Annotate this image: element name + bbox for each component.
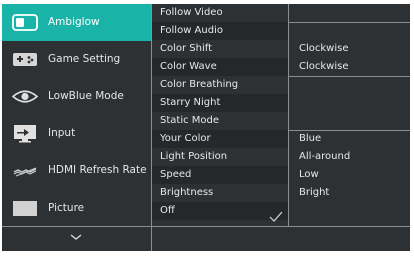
submenu-item-brightness[interactable]: Brightness (151, 184, 288, 202)
submenu-item-speed[interactable]: Speed (151, 166, 288, 184)
main-item-lowblue-mode[interactable]: LowBlue Mode (2, 78, 151, 115)
row-divider (289, 76, 410, 77)
gamepad-icon (13, 53, 37, 66)
submenu-item-starry-night[interactable]: Starry Night (151, 94, 288, 112)
osd-frame: Ambiglow Game Setting Low Blue Mode Input… (2, 4, 410, 251)
main-item-label: Picture (48, 202, 85, 214)
row-divider (289, 22, 410, 23)
main-item-label: Input (48, 127, 76, 139)
main-item-label: Ambiglow (48, 16, 100, 28)
main-menu: Ambiglow Game Setting LowBlue Mode Input… (2, 4, 151, 251)
value-color-wave: Clockwise (299, 61, 349, 72)
bottom-strip (151, 227, 410, 251)
submenu-item-off[interactable]: Off (151, 202, 288, 220)
value-light-position: All-around (299, 151, 351, 162)
osd-menu: Ambiglow Game Setting Low Blue Mode Input… (0, 0, 414, 256)
input-icon (14, 125, 36, 143)
chevron-down-icon[interactable] (64, 229, 88, 245)
submenu-item-color-breathing[interactable]: Color Breathing (151, 76, 288, 94)
value-speed: Low (299, 169, 319, 180)
submenu-item-color-shift[interactable]: Color Shift (151, 40, 288, 58)
submenu-item-follow-video[interactable]: Follow Video (151, 4, 288, 22)
value-color-shift: Clockwise (299, 43, 349, 54)
submenu-item-your-color[interactable]: Your Color (151, 130, 288, 148)
submenu-item-static-mode[interactable]: Static Mode (151, 112, 288, 130)
checkmark-icon (269, 211, 283, 222)
main-item-hdmi-refresh-rate[interactable]: HDMI Refresh Rate (2, 152, 151, 189)
eye-icon (12, 90, 38, 103)
main-item-label: LowBlue Mode (48, 90, 124, 102)
value-brightness: Bright (299, 187, 330, 198)
main-item-input[interactable]: Input (2, 115, 151, 152)
submenu-item-light-position[interactable]: Light Position (151, 148, 288, 166)
main-item-label: Game Setting (48, 53, 121, 65)
ambiglow-icon (12, 14, 38, 31)
main-item-picture[interactable]: Picture (2, 190, 151, 227)
row-divider (289, 130, 410, 131)
submenu-item-color-wave[interactable]: Color Wave (151, 58, 288, 76)
submenu-item-follow-audio[interactable]: Follow Audio (151, 22, 288, 40)
column-divider (288, 4, 289, 227)
value-your-color: Blue (299, 133, 322, 144)
row-divider (2, 226, 410, 227)
picture-icon (13, 201, 37, 216)
column-divider (151, 4, 152, 251)
main-item-ambiglow[interactable]: Ambiglow (2, 4, 151, 41)
refresh-rate-icon (13, 167, 37, 177)
main-item-label: HDMI Refresh Rate (48, 164, 147, 176)
main-item-game-setting[interactable]: Game Setting (2, 41, 151, 78)
